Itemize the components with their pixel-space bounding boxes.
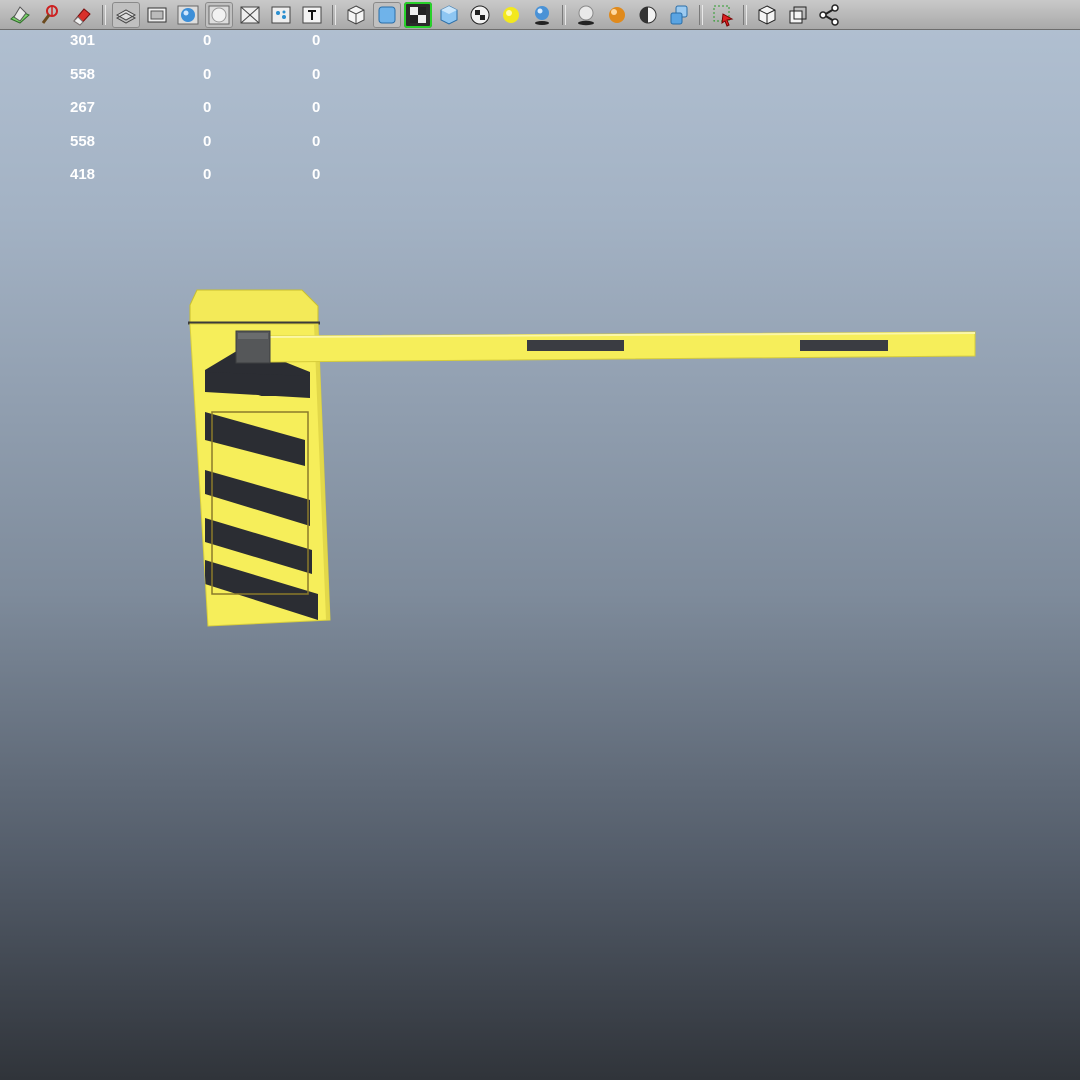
stat-value: 418 [70,166,96,183]
stat-value: 0 [203,99,212,116]
material-sphere-icon[interactable] [603,2,631,28]
stat-value: 558 [70,65,96,83]
xray-icon[interactable] [236,2,264,28]
all-lights-icon[interactable] [528,2,556,28]
pivot-icon[interactable] [37,2,65,28]
barrier-pivot-hinge [235,330,271,364]
shadow-icon[interactable] [572,2,600,28]
stats-row: 558 0 0 [0,64,340,98]
sphere-outline-icon[interactable] [205,1,233,28]
cube-icon[interactable] [435,2,463,28]
sphere-shaded-icon[interactable] [174,2,202,28]
toolbar-separator [743,4,747,25]
uv-icon[interactable] [267,2,295,28]
eraser-icon[interactable] [68,2,96,28]
text-icon[interactable] [298,2,326,28]
checker-icon[interactable] [466,2,494,28]
wireframe-cube-icon[interactable] [342,2,370,28]
stat-value: 0 [312,132,321,150]
stat-value: 0 [312,99,321,116]
box-icon[interactable] [753,2,781,28]
stat-value: 267 [70,99,96,116]
scene-stats-overlay: 301 0 0 558 0 0 267 0 0 558 0 0 418 0 0 [0,30,340,198]
default-light-icon[interactable] [497,2,525,28]
wireframe-on-shaded-icon[interactable] [112,1,140,28]
arm-reflector-stripe [800,340,888,351]
stats-row: 418 0 0 [0,164,340,198]
toolbar-separator [332,4,336,25]
stat-value: 0 [312,166,321,183]
barrier-boom-arm [269,331,976,363]
toolbar-separator [699,4,703,25]
toolbar-separator [102,4,106,25]
3d-viewport[interactable]: 301 0 0 558 0 0 267 0 0 558 0 0 418 0 0 [0,0,1080,1080]
stat-value: 0 [312,32,321,49]
stat-value: 0 [203,166,212,183]
barrier-cabinet [189,323,331,627]
stats-row: 267 0 0 [0,97,340,131]
stat-value: 558 [70,132,96,150]
viewport-toolbar [0,0,1080,30]
smooth-shade-cube-icon[interactable] [373,1,401,28]
film-frame-icon[interactable] [143,2,171,28]
toolbar-separator [562,4,566,25]
stat-value: 0 [203,65,212,83]
stats-row: 558 0 0 [0,131,340,165]
stats-row: 301 0 0 [0,30,340,64]
arm-reflector-stripe [527,340,624,351]
select-region-icon[interactable] [709,2,737,28]
two-panes-icon[interactable] [784,2,812,28]
stat-value: 0 [203,32,212,49]
isolate-icon[interactable] [6,2,34,28]
stat-value: 301 [70,32,96,49]
stat-value: 0 [312,65,321,83]
half-sphere-icon[interactable] [634,2,662,28]
stat-value: 0 [203,132,212,150]
texture-icon[interactable] [404,1,432,28]
barrier-cabinet-cap [188,289,320,325]
share-nodes-icon[interactable] [815,2,843,28]
layered-cubes-icon[interactable] [665,2,693,28]
